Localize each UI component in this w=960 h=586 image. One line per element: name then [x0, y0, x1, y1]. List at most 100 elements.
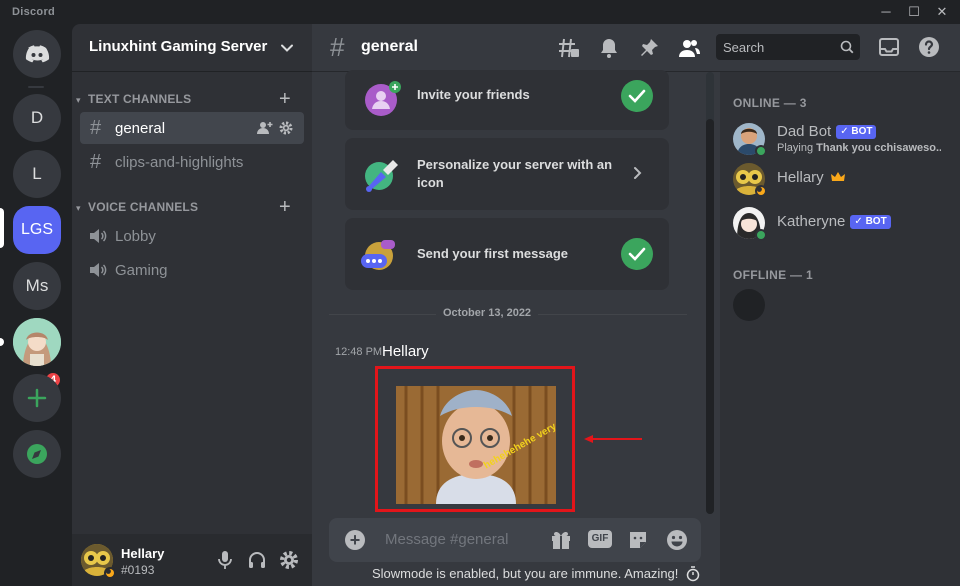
- maximize-button[interactable]: ☐: [902, 3, 926, 21]
- search-icon: [840, 40, 854, 54]
- server-anime-avatar[interactable]: [13, 318, 61, 366]
- category-voice-channels[interactable]: ▾ Voice Channels: [76, 200, 198, 214]
- onboarding-invite-card[interactable]: Invite your friends: [345, 70, 669, 130]
- member-list: Online — 3 Dad Bot ✓ BOT Playing Thank yo…: [720, 24, 960, 586]
- idle-status-icon: [104, 567, 116, 579]
- offline-header: Offline — 1: [733, 268, 813, 282]
- emoji-icon[interactable]: [666, 529, 688, 551]
- voice-channel-lobby[interactable]: Lobby: [80, 220, 304, 252]
- microphone-icon[interactable]: [215, 550, 235, 570]
- user-name: Hellary: [121, 546, 165, 561]
- gift-icon[interactable]: [550, 529, 572, 551]
- category-text-channels[interactable]: ▾ Text Channels: [76, 92, 191, 106]
- message-timestamp: 12:48 PM: [335, 346, 383, 358]
- chat-bubble-icon: [361, 240, 395, 270]
- message-input[interactable]: Message #general: [385, 531, 508, 548]
- channel-clips-and-highlights[interactable]: # clips-and-highlights: [80, 146, 304, 178]
- paintbrush-icon: [365, 160, 398, 192]
- gif-button[interactable]: GIF: [588, 530, 612, 548]
- message-author[interactable]: Hellary: [382, 343, 429, 360]
- channel-title: general: [361, 38, 418, 55]
- member-list-icon[interactable]: [678, 37, 700, 59]
- home-button[interactable]: [13, 30, 61, 78]
- bot-badge: ✓ BOT: [850, 215, 891, 229]
- pin-icon[interactable]: [638, 37, 660, 59]
- bell-icon[interactable]: [598, 37, 620, 59]
- minimize-button[interactable]: ─: [874, 3, 898, 21]
- onboarding-personalize-card[interactable]: Personalize your server with an icon: [345, 138, 669, 210]
- headphones-icon[interactable]: [247, 550, 267, 570]
- server-ms[interactable]: Ms: [13, 262, 61, 310]
- unread-indicator: [0, 338, 4, 346]
- member-dad-bot[interactable]: Dad Bot ✓ BOT Playing Thank you cchisawes…: [728, 118, 952, 160]
- server-rail: D L LGS Ms 4: [0, 24, 72, 586]
- offline-member-avatar[interactable]: [733, 289, 765, 321]
- date-divider-label: October 13, 2022: [436, 307, 539, 319]
- speaker-icon: [90, 229, 107, 243]
- member-activity: Playing Thank you cchisaweso...: [777, 142, 941, 154]
- channel-header: # general: [312, 24, 720, 72]
- search-box[interactable]: Search: [716, 34, 860, 60]
- channel-general[interactable]: # general: [80, 112, 304, 144]
- anime-avatar-icon: [13, 318, 61, 366]
- gear-icon[interactable]: [279, 121, 293, 135]
- bot-badge: ✓ BOT: [836, 125, 877, 139]
- chat-area: # general Invite your friends Personaliz…: [312, 24, 720, 586]
- voice-channel-gaming[interactable]: Gaming: [80, 254, 304, 286]
- create-text-channel-button[interactable]: +: [279, 89, 291, 109]
- member-name: Hellary: [777, 169, 845, 186]
- compass-icon: [27, 444, 47, 464]
- server-header[interactable]: Linuxhint Gaming Server: [72, 24, 312, 72]
- chevron-right-icon: [634, 167, 642, 179]
- server-d[interactable]: D: [13, 94, 61, 142]
- user-settings-icon[interactable]: [279, 550, 299, 570]
- inbox-icon[interactable]: [878, 36, 900, 58]
- create-voice-channel-button[interactable]: +: [279, 197, 291, 217]
- member-name: Dad Bot ✓ BOT: [777, 123, 877, 140]
- rail-separator: [28, 86, 44, 88]
- server-name: Linuxhint Gaming Server: [89, 38, 268, 55]
- user-tag: #0193: [121, 563, 155, 577]
- onboarding-first-message-card[interactable]: Send your first message: [345, 218, 669, 290]
- sticker-icon[interactable]: [627, 529, 649, 551]
- title-bar: Discord ─ ☐ ✕: [0, 0, 960, 24]
- chevron-down-icon: ▾: [76, 203, 81, 213]
- server-lgs[interactable]: LGS: [13, 206, 61, 254]
- user-panel: Hellary #0193: [72, 534, 312, 586]
- active-server-indicator: [0, 208, 4, 248]
- annotation-arrow: [584, 435, 642, 443]
- invite-icon[interactable]: [257, 121, 273, 135]
- scrollbar-thumb[interactable]: [706, 119, 714, 514]
- member-name: Katheryne ✓ BOT: [777, 213, 891, 230]
- app-title: Discord: [12, 6, 56, 18]
- hash-icon: #: [90, 151, 102, 173]
- completed-check-icon: [621, 80, 653, 112]
- message-composer[interactable]: + Message #general GIF: [329, 518, 701, 562]
- highlight-box: hehehehehe very funny: [375, 366, 575, 512]
- plus-icon: [27, 388, 47, 408]
- slowmode-notice: Slowmode is enabled, but you are immune.…: [372, 566, 679, 581]
- help-icon[interactable]: [918, 36, 940, 58]
- message-image-attachment[interactable]: hehehehehe very funny: [396, 386, 556, 504]
- completed-check-icon: [621, 238, 653, 270]
- threads-icon[interactable]: [558, 37, 580, 59]
- member-hellary[interactable]: Hellary: [728, 158, 952, 200]
- online-header: Online — 3: [733, 96, 807, 110]
- add-server-button[interactable]: [13, 374, 61, 422]
- chevron-down-icon: [281, 44, 293, 52]
- close-button[interactable]: ✕: [930, 3, 954, 21]
- hash-icon: #: [330, 32, 345, 62]
- explore-servers-button[interactable]: [13, 430, 61, 478]
- crown-icon: [830, 172, 845, 181]
- upload-plus-icon[interactable]: +: [345, 530, 365, 550]
- speaker-icon: [90, 263, 107, 277]
- stopwatch-icon: [686, 566, 700, 582]
- member-katheryne[interactable]: Katheryne ✓ BOT: [728, 202, 952, 244]
- idle-status-icon: [755, 185, 767, 197]
- server-l[interactable]: L: [13, 150, 61, 198]
- invite-friends-icon: [365, 81, 401, 116]
- search-input[interactable]: Search: [723, 40, 764, 55]
- discord-logo-icon: [25, 45, 50, 63]
- hash-icon: #: [90, 117, 102, 139]
- online-status-icon: [755, 229, 767, 241]
